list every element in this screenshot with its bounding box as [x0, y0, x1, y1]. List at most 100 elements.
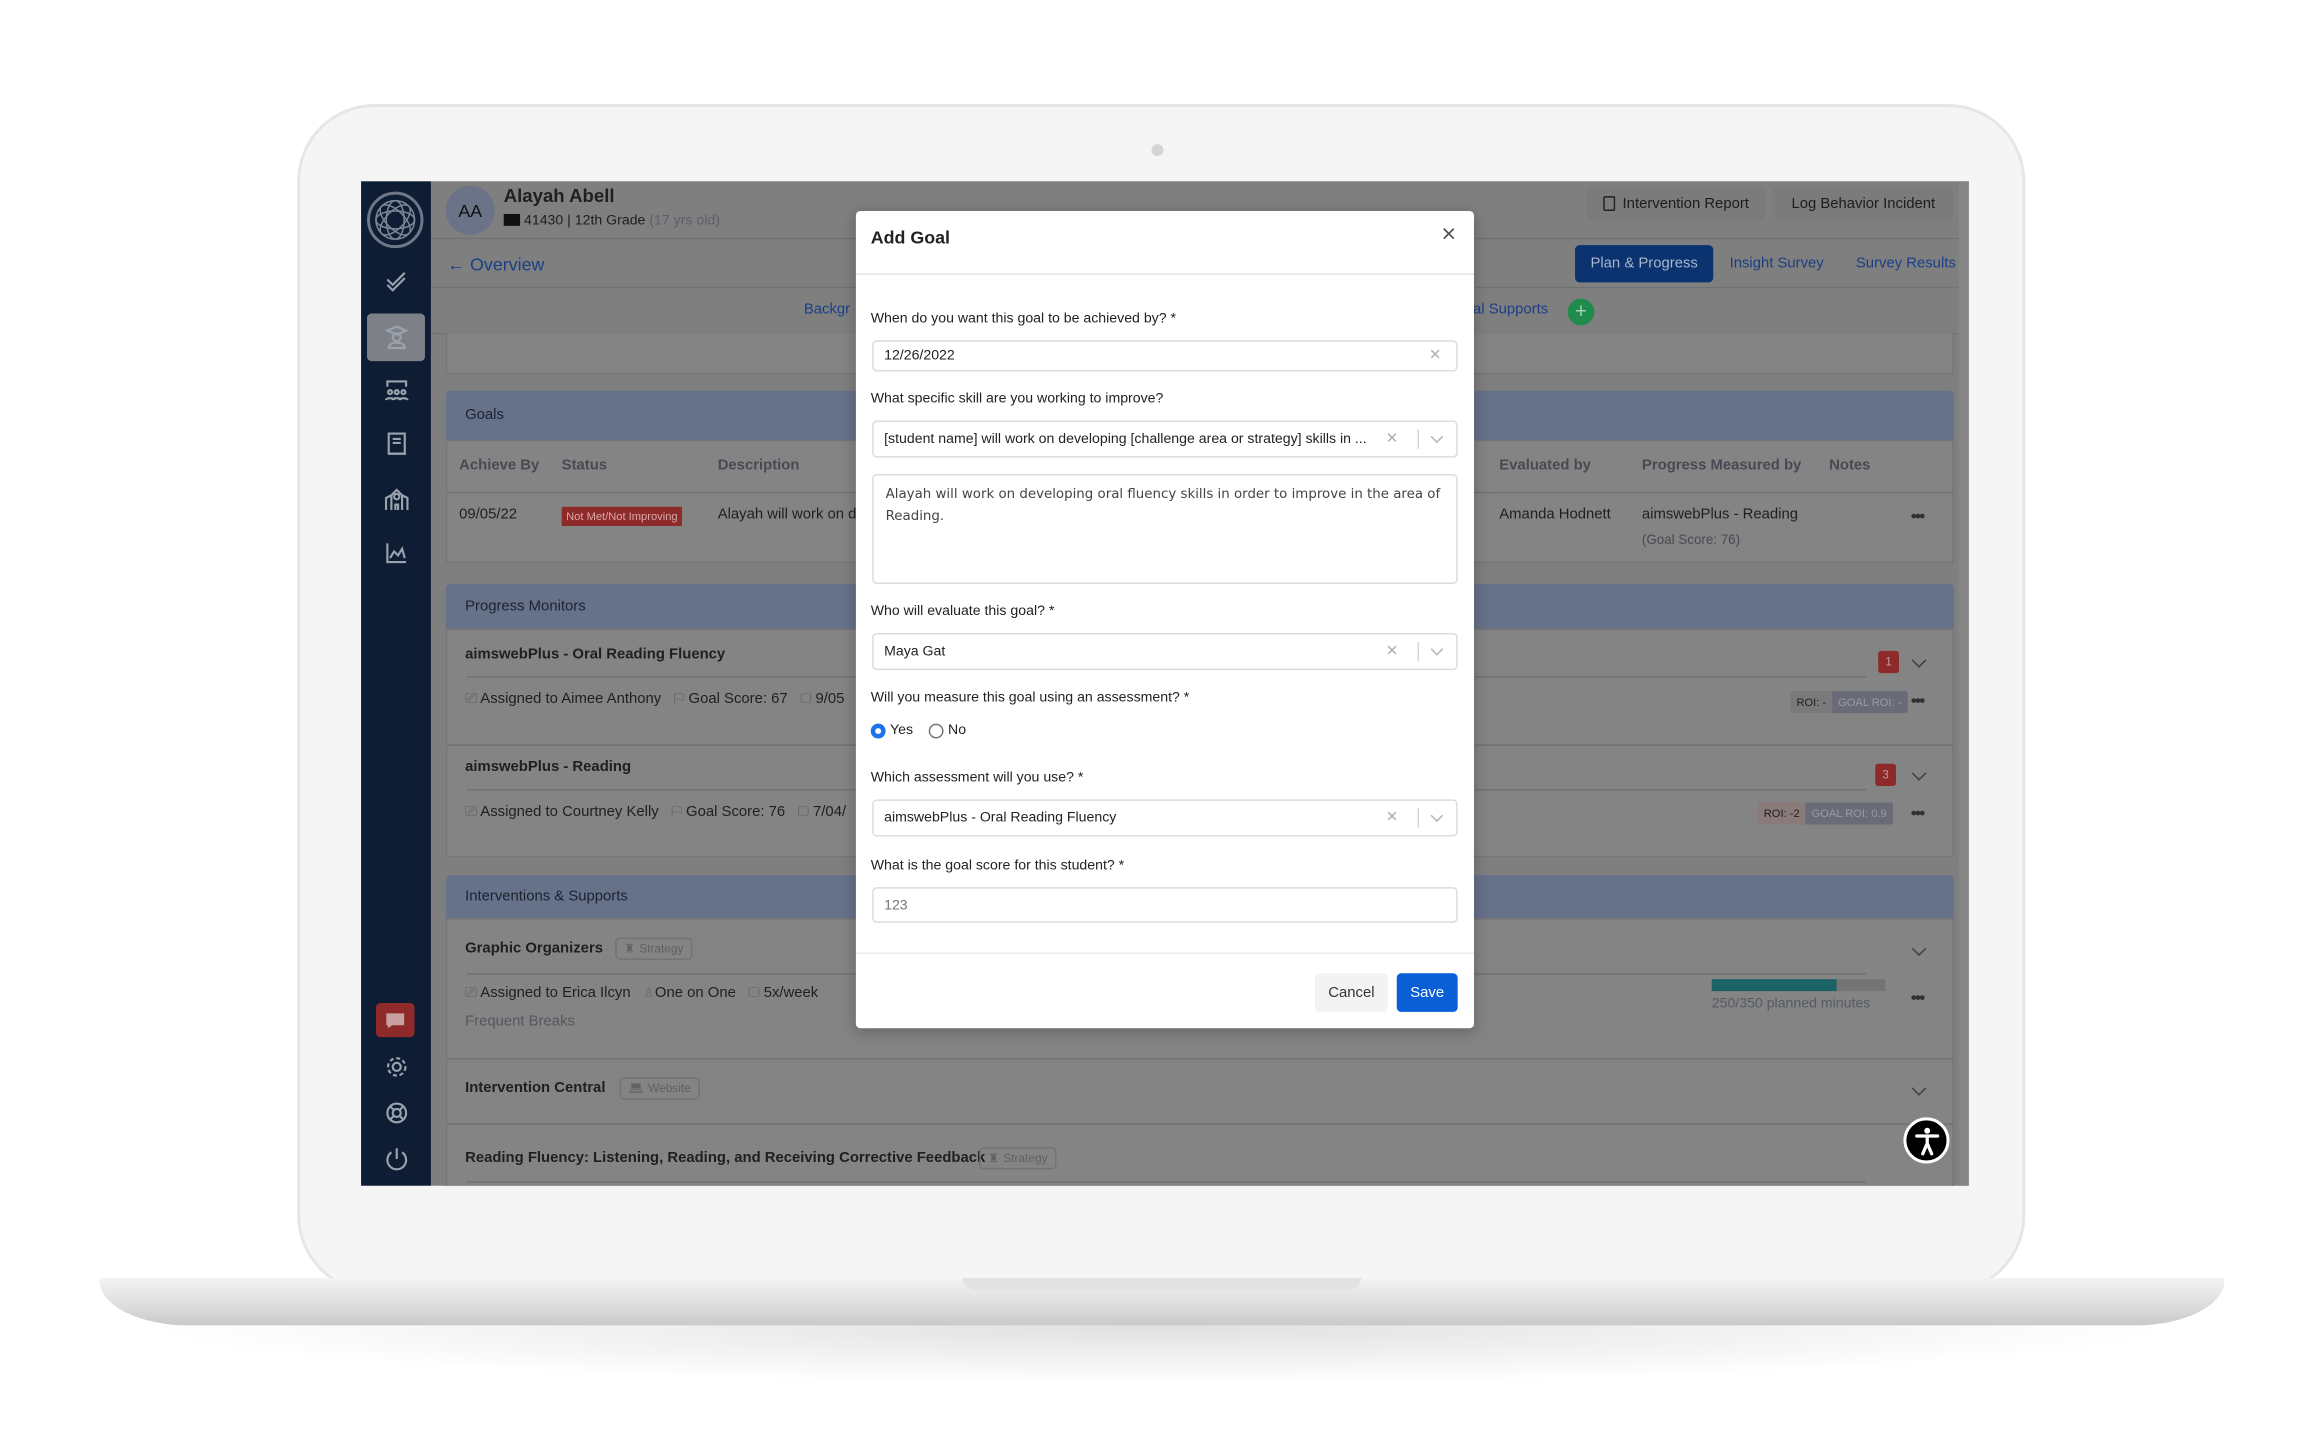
logo-icon[interactable]	[367, 191, 424, 249]
col-evaluated-by: Evaluated by	[1499, 457, 1591, 475]
radio-unchecked[interactable]	[928, 722, 944, 738]
gear-icon[interactable]	[367, 1043, 425, 1091]
laptop-camera	[1151, 144, 1164, 157]
intervention-name[interactable]: Graphic Organizers	[465, 941, 603, 957]
clear-icon[interactable]: ✕	[1429, 348, 1441, 364]
save-button[interactable]: Save	[1396, 973, 1458, 1012]
book-icon[interactable]	[367, 421, 425, 469]
add-plus-button[interactable]: +	[1567, 298, 1595, 326]
calendar-icon: ▢	[797, 803, 809, 821]
student-grade: 12th Grade	[574, 212, 646, 229]
evaluator-select[interactable]: Maya Gat ✕	[872, 632, 1458, 671]
intervention-report-button[interactable]: Intervention Report	[1586, 187, 1766, 220]
log-behavior-incident-button[interactable]: Log Behavior Incident	[1772, 187, 1954, 220]
roi-pill: ROI: -2 GOAL ROI: 0.9	[1757, 802, 1893, 825]
cancel-button[interactable]: Cancel	[1315, 973, 1388, 1012]
student-meta: 41430 | 12th Grade (17 yrs old)	[503, 212, 720, 229]
progress-bar-fill	[1711, 979, 1836, 992]
col-description: Description	[717, 457, 800, 475]
arrow-left-icon: ←	[447, 254, 466, 275]
monitor-more-menu[interactable]: •••	[1911, 805, 1925, 823]
col-achieve-by: Achieve By	[459, 457, 540, 475]
goal-measured-by: aimswebPlus - Reading	[1641, 506, 1799, 524]
modal-title: Add Goal	[870, 227, 951, 249]
roi-pill: ROI: - GOAL ROI: -	[1790, 690, 1908, 714]
assessment-select[interactable]: aimswebPlus - Oral Reading Fluency ✕	[872, 799, 1458, 837]
skill-select[interactable]: [student name] will work on developing […	[872, 420, 1458, 458]
monitor-details: ⎚ Assigned to Courtney Kelly ⚐ Goal Scor…	[465, 803, 847, 821]
avatar: AA	[445, 185, 495, 235]
type-tag: ♜ Strategy	[979, 1147, 1057, 1170]
sidebar	[361, 181, 431, 1186]
strategy-icon: ♜	[624, 942, 635, 956]
chart-icon[interactable]	[367, 529, 425, 577]
radio-checked[interactable]	[870, 722, 886, 738]
flag-icon: ⚐	[673, 690, 685, 708]
accessibility-button[interactable]	[1903, 1117, 1950, 1164]
monitor-name[interactable]: aimswebPlus - Oral Reading Fluency	[465, 646, 725, 662]
goal-text-area[interactable]: Alayah will work on developing oral flue…	[872, 474, 1458, 584]
chat-icon[interactable]	[375, 1002, 415, 1038]
chevron-down-icon[interactable]	[1430, 809, 1444, 823]
clear-icon[interactable]: ✕	[1386, 643, 1398, 659]
col-notes: Notes	[1829, 457, 1871, 475]
tab-insight-survey[interactable]: Insight Survey	[1730, 256, 1824, 272]
assigned-icon: ⎚	[465, 803, 477, 821]
radio-yes[interactable]: Yes	[870, 722, 913, 738]
assigned-icon: ⎚	[465, 690, 477, 708]
tab-plan-progress[interactable]: Plan & Progress	[1575, 245, 1714, 283]
clear-icon[interactable]: ✕	[1386, 431, 1398, 447]
intervention-more-menu[interactable]: •••	[1911, 990, 1925, 1008]
class-icon[interactable]	[367, 367, 425, 415]
intervention-name[interactable]: Intervention Central	[465, 1080, 605, 1096]
laptop-notch	[962, 1277, 1362, 1290]
label-skill: What specific skill are you working to i…	[870, 390, 1164, 408]
calendar-icon: ▢	[748, 985, 760, 1002]
monitor-details: ⎚ Assigned to Aimee Anthony ⚐ Goal Score…	[465, 690, 845, 708]
goal-more-menu[interactable]: •••	[1911, 508, 1925, 526]
student-age: (17 yrs old)	[649, 212, 720, 229]
power-icon[interactable]	[367, 1135, 425, 1183]
radio-no[interactable]: No	[928, 722, 966, 738]
monitor-more-menu[interactable]: •••	[1911, 692, 1925, 710]
status-badge: Not Met/Not Improving	[561, 506, 683, 527]
person-icon: ♙	[643, 985, 655, 1002]
goal-score: (Goal Score: 76)	[1641, 531, 1741, 547]
achieve-date-input[interactable]: 12/26/2022 ✕	[872, 340, 1458, 372]
add-goal-modal: Add Goal × When do you want this goal to…	[855, 210, 1475, 1029]
chevron-down-icon[interactable]	[1430, 643, 1444, 656]
school-icon[interactable]	[367, 475, 425, 523]
label-goal-score: What is the goal score for this student?…	[870, 857, 1125, 874]
intervention-note: Frequent Breaks	[465, 1013, 575, 1030]
goal-score-input[interactable]	[872, 887, 1458, 923]
type-tag: ♜ Strategy	[615, 937, 693, 960]
goal-evaluated-by: Amanda Hodnett	[1499, 506, 1611, 524]
label-assessment: Will you measure this goal using an asse…	[870, 689, 1190, 706]
intervention-name[interactable]: Reading Fluency: Listening, Reading, and…	[465, 1150, 985, 1166]
flag-icon: ⚐	[671, 803, 682, 821]
type-tag: 💻︎ Website	[619, 1077, 700, 1100]
tab-survey-results[interactable]: Survey Results	[1856, 256, 1956, 272]
accessibility-icon	[1914, 1127, 1939, 1155]
label-evaluator: Who will evaluate this goal? *	[870, 603, 1055, 620]
chevron-down-icon[interactable]	[1430, 430, 1444, 444]
student-id: 41430	[523, 212, 564, 229]
scrollbar[interactable]	[1958, 181, 1969, 1186]
check-icon[interactable]	[367, 257, 425, 305]
progress-bar	[1711, 979, 1886, 992]
student-name: Alayah Abell	[503, 185, 615, 207]
lifebuoy-icon[interactable]	[367, 1089, 425, 1137]
clear-icon[interactable]: ✕	[1386, 810, 1398, 826]
student-icon[interactable]	[367, 313, 425, 362]
alert-count-badge: 3	[1875, 763, 1897, 787]
monitor-name[interactable]: aimswebPlus - Reading	[465, 759, 631, 775]
close-icon[interactable]: ×	[1441, 220, 1456, 250]
strategy-icon: ♜	[988, 1151, 999, 1165]
back-to-overview-link[interactable]: ← Overview	[447, 254, 544, 275]
laptop-icon: 💻︎	[628, 1081, 644, 1096]
clipboard-icon	[1603, 196, 1616, 211]
goal-description: Alayah will work on d	[717, 506, 857, 524]
calendar-icon: ▢	[800, 690, 812, 708]
tab-background[interactable]: Backgr	[804, 302, 850, 318]
assigned-icon: ⎚	[465, 985, 477, 1002]
